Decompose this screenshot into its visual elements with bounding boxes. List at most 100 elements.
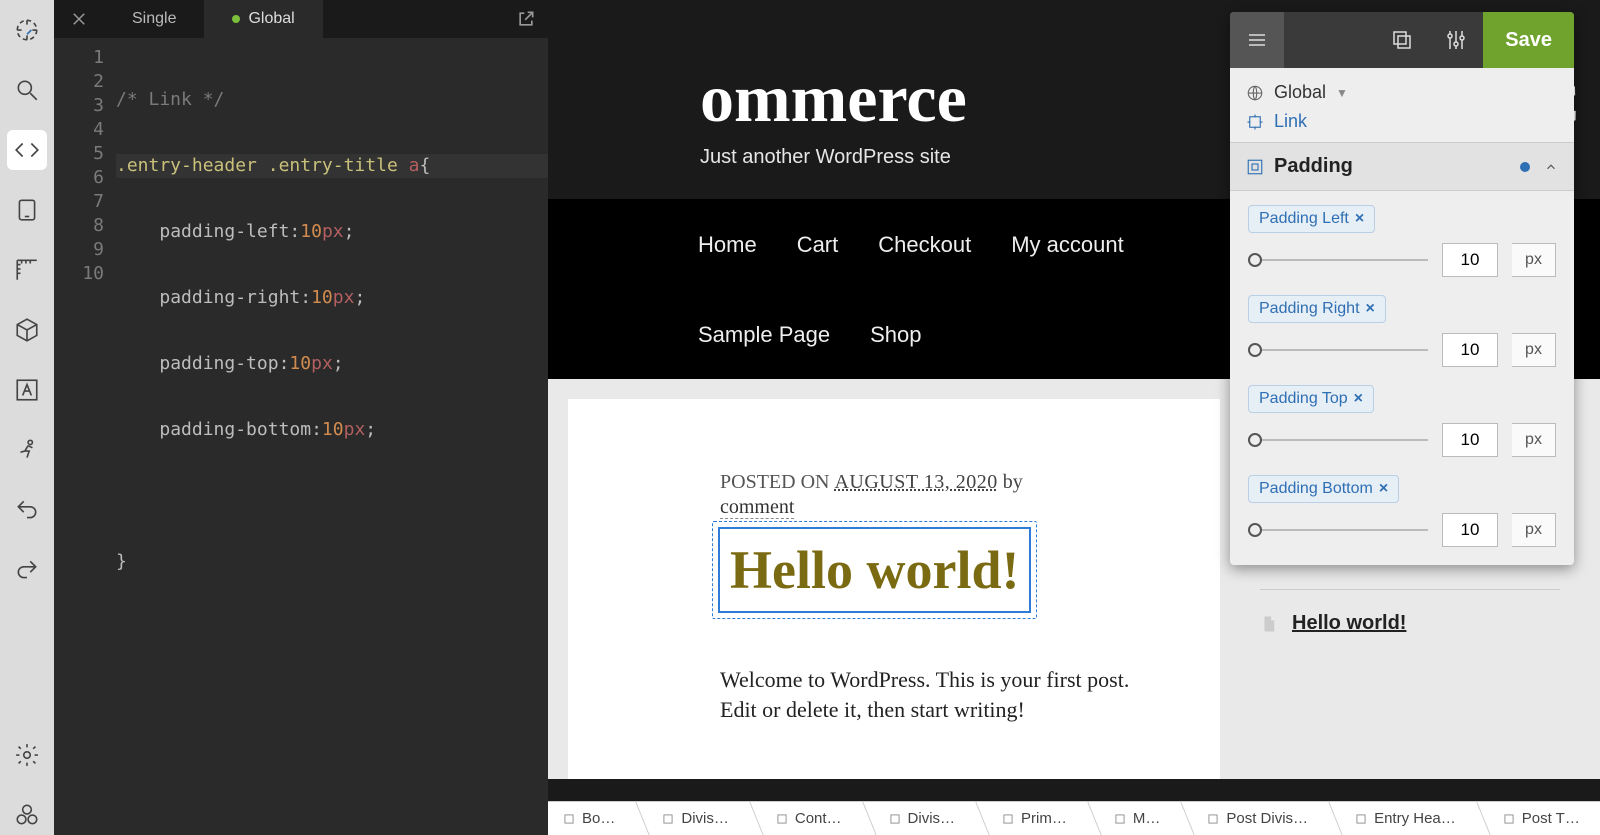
target-icon [1246, 113, 1264, 131]
prop-padding-bottom: Padding Bottom× px [1248, 475, 1556, 547]
copy-icon [1390, 28, 1414, 52]
remove-prop-icon[interactable]: × [1354, 390, 1363, 408]
inspector-sliders-button[interactable] [1429, 12, 1483, 68]
code-tab-global[interactable]: Global [204, 0, 322, 38]
prop-chip[interactable]: Padding Left× [1248, 205, 1375, 233]
document-icon [1260, 615, 1278, 633]
inspector-section-header[interactable]: Padding [1230, 142, 1574, 191]
breadcrumb-item[interactable]: Bo… [548, 802, 633, 835]
close-icon [70, 10, 88, 28]
inspector-copy-button[interactable] [1375, 12, 1429, 68]
prop-slider[interactable] [1248, 529, 1428, 531]
remove-prop-icon[interactable]: × [1366, 300, 1375, 318]
inspector-menu-button[interactable] [1230, 12, 1284, 68]
globe-icon [1246, 84, 1264, 102]
prop-value-input[interactable] [1442, 243, 1498, 277]
entry-title[interactable]: Hello world! [720, 529, 1029, 611]
prop-value-input[interactable] [1442, 333, 1498, 367]
prop-unit-select[interactable]: px [1512, 513, 1556, 547]
post-meta: POSTED ON AUGUST 13, 2020 by [720, 471, 1132, 494]
hamburger-icon [1245, 28, 1269, 52]
code-icon [14, 137, 40, 163]
save-button[interactable]: Save [1483, 12, 1574, 68]
node-icon [888, 812, 902, 826]
typography-tool-button[interactable] [7, 370, 47, 410]
prop-unit-select[interactable]: px [1512, 333, 1556, 367]
redo-icon [14, 557, 40, 583]
prop-chip[interactable]: Padding Right× [1248, 295, 1386, 323]
modified-indicator-icon [1520, 162, 1530, 172]
nav-link-home[interactable]: Home [698, 232, 757, 258]
breadcrumb-item[interactable]: Entry Hea… [1326, 802, 1474, 835]
target-tool-button[interactable] [7, 10, 47, 50]
modules-icon [14, 802, 40, 828]
remove-prop-icon[interactable]: × [1355, 210, 1364, 228]
undo-button[interactable] [7, 490, 47, 530]
breadcrumb-item[interactable]: Divis… [860, 802, 974, 835]
prop-slider[interactable] [1248, 259, 1428, 261]
node-icon [1206, 812, 1220, 826]
inspector-element-row[interactable]: Link [1246, 107, 1558, 136]
nav-link-shop[interactable]: Shop [870, 322, 921, 348]
node-icon [1113, 812, 1127, 826]
node-icon [1354, 812, 1368, 826]
crosshair-icon [14, 17, 40, 43]
prop-padding-right: Padding Right× px [1248, 295, 1556, 367]
sliders-icon [1444, 28, 1468, 52]
close-code-panel-button[interactable] [54, 0, 104, 38]
node-icon [661, 812, 675, 826]
recent-post-link[interactable]: Hello world! [1292, 612, 1406, 635]
ruler-tool-button[interactable] [7, 250, 47, 290]
inspector-scope-row[interactable]: Global ▼ [1246, 78, 1558, 107]
breadcrumb-item[interactable]: Post T… [1474, 802, 1598, 835]
comment-count[interactable]: comment [720, 496, 1132, 519]
code-tool-button[interactable] [7, 130, 47, 170]
nav-link-my-account[interactable]: My account [1011, 232, 1124, 258]
gutter: 1 2 3 4 5 6 7 8 9 10 [54, 38, 112, 835]
popout-icon [516, 9, 536, 29]
breadcrumb-item[interactable]: Prim… [973, 802, 1085, 835]
nav-link-checkout[interactable]: Checkout [878, 232, 971, 258]
remove-prop-icon[interactable]: × [1379, 480, 1388, 498]
redo-button[interactable] [7, 550, 47, 590]
modules-button[interactable] [7, 795, 47, 835]
prop-chip[interactable]: Padding Bottom× [1248, 475, 1399, 503]
prop-chip[interactable]: Padding Top× [1248, 385, 1374, 413]
code-tab-single[interactable]: Single [104, 0, 204, 38]
animation-tool-button[interactable] [7, 430, 47, 470]
devices-tool-button[interactable] [7, 190, 47, 230]
prop-unit-select[interactable]: px [1512, 243, 1556, 277]
ruler-icon [14, 257, 40, 283]
padding-icon [1246, 158, 1264, 176]
undo-icon [14, 497, 40, 523]
search-tool-button[interactable] [7, 70, 47, 110]
gear-icon [14, 742, 40, 768]
search-icon [14, 77, 40, 103]
breadcrumb-item[interactable]: Divis… [633, 802, 747, 835]
prop-unit-select[interactable]: px [1512, 423, 1556, 457]
code-editor[interactable]: 1 2 3 4 5 6 7 8 9 10 /* Link */ .entry-h… [54, 38, 548, 835]
prop-padding-left: Padding Left× px [1248, 205, 1556, 277]
typography-icon [14, 377, 40, 403]
cube-tool-button[interactable] [7, 310, 47, 350]
prop-padding-top: Padding Top× px [1248, 385, 1556, 457]
recent-post-item: Hello world! [1260, 612, 1560, 635]
post-date-link[interactable]: AUGUST 13, 2020 [834, 471, 997, 493]
code-lines: /* Link */ .entry-header .entry-title a{… [112, 38, 548, 835]
dirty-indicator-icon [232, 15, 240, 23]
prop-slider[interactable] [1248, 439, 1428, 441]
prop-value-input[interactable] [1442, 513, 1498, 547]
chevron-down-icon: ▼ [1336, 86, 1348, 100]
nav-link-sample-page[interactable]: Sample Page [698, 322, 830, 348]
prop-value-input[interactable] [1442, 423, 1498, 457]
inspector-panel: Save Global ▼ Link Padding [1230, 12, 1574, 565]
settings-button[interactable] [7, 735, 47, 775]
node-icon [562, 812, 576, 826]
breadcrumb-item[interactable]: Cont… [747, 802, 860, 835]
prop-slider[interactable] [1248, 349, 1428, 351]
nav-link-cart[interactable]: Cart [797, 232, 839, 258]
breadcrumb-item[interactable]: Post Divis… [1178, 802, 1326, 835]
node-icon [1001, 812, 1015, 826]
node-icon [1502, 812, 1516, 826]
popout-code-button[interactable] [504, 0, 548, 38]
